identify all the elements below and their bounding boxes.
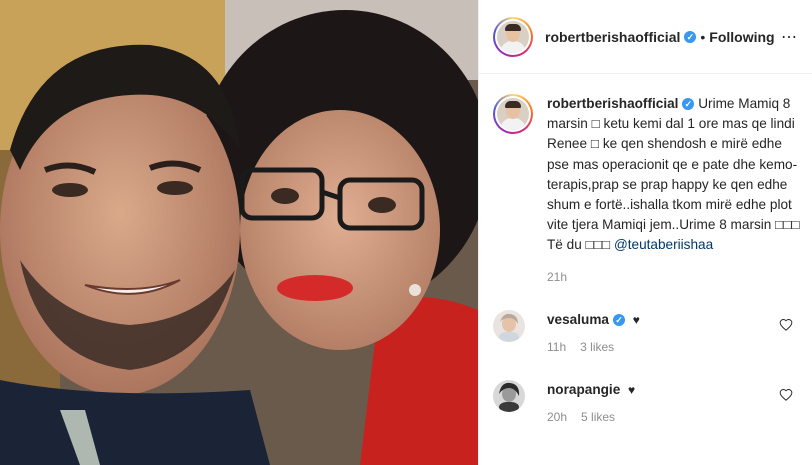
comment-username[interactable]: vesaluma xyxy=(547,312,609,327)
author-avatar[interactable] xyxy=(493,16,533,57)
caption-avatar-image xyxy=(497,98,529,130)
caption-author-username[interactable]: robertberishaofficial xyxy=(547,96,678,111)
more-options-icon[interactable]: ⋯ xyxy=(781,27,798,47)
comment-item: norapangie ♥ 20h 5 likes xyxy=(493,380,803,424)
post-photo-image xyxy=(0,0,478,465)
comment-avatar[interactable] xyxy=(493,380,525,412)
comment-line: norapangie ♥ xyxy=(547,382,635,397)
author-username[interactable]: robertberishaofficial xyxy=(545,29,680,45)
caption-author-avatar[interactable] xyxy=(493,94,533,134)
comment-avatar[interactable] xyxy=(493,310,525,342)
comment-likes-count[interactable]: 5 likes xyxy=(581,410,615,424)
caption-timestamp[interactable]: 21h xyxy=(547,270,567,284)
comment-text: ♥ xyxy=(628,383,636,397)
post-side-panel: robertberishaofficial ✓ • Following ⋯ ro… xyxy=(478,0,812,465)
comment-timestamp[interactable]: 11h xyxy=(547,340,566,354)
comment-meta: 20h 5 likes xyxy=(547,410,615,424)
post-header: robertberishaofficial ✓ • Following ⋯ xyxy=(479,0,812,74)
comment-text: ♥ xyxy=(632,313,640,327)
caption-text-block: robertberishaofficial ✓ Urime Mamiq 8 mar… xyxy=(547,94,807,256)
separator-dot: • xyxy=(700,28,706,45)
comment-timestamp[interactable]: 20h xyxy=(547,410,567,424)
comment-username[interactable]: norapangie xyxy=(547,382,620,397)
following-button[interactable]: Following xyxy=(709,29,774,45)
comment-meta: 11h 3 likes xyxy=(547,340,614,354)
verified-badge-icon: ✓ xyxy=(682,98,695,111)
post-photo[interactable] xyxy=(0,0,478,465)
comment-likes-count[interactable]: 3 likes xyxy=(580,340,614,354)
comment-item: vesaluma ✓ ♥ 11h 3 likes xyxy=(493,310,803,354)
heart-outline-icon[interactable] xyxy=(779,388,793,402)
author-avatar-image xyxy=(497,20,529,53)
heart-outline-icon[interactable] xyxy=(779,318,793,332)
verified-badge-icon: ✓ xyxy=(612,314,625,327)
comment-line: vesaluma ✓ ♥ xyxy=(547,312,640,327)
caption-text: Urime Mamiq 8 marsin □ ketu kemi dal 1 o… xyxy=(547,96,800,253)
caption-mention-link[interactable]: @teutaberiishaa xyxy=(614,237,713,252)
verified-badge-icon: ✓ xyxy=(684,30,697,43)
